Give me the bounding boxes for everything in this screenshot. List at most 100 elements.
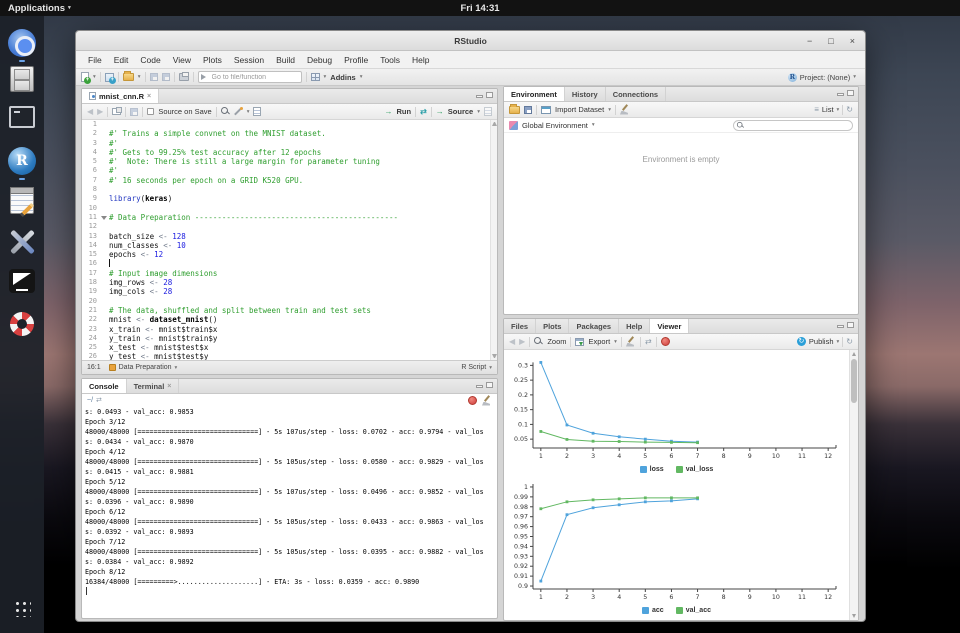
rerun-icon[interactable]: ⇄ <box>420 107 427 116</box>
back-icon[interactable]: ◀ <box>87 108 93 116</box>
stop-icon[interactable] <box>661 337 670 346</box>
terminal-icon[interactable] <box>9 106 35 128</box>
menu-session[interactable]: Session <box>228 51 270 69</box>
zoom-button[interactable]: Zoom <box>547 337 566 346</box>
minimize-icon[interactable]: − <box>807 36 812 46</box>
menu-build[interactable]: Build <box>270 51 301 69</box>
source-scrollbar[interactable] <box>490 120 497 360</box>
environment-search-input[interactable] <box>733 120 853 131</box>
tab-plots[interactable]: Plots <box>536 319 569 333</box>
tools-icon[interactable] <box>8 228 36 256</box>
scroll-down-icon[interactable] <box>852 614 856 618</box>
file-type-selector[interactable]: R Script ▾ <box>461 364 492 371</box>
goto-file-input[interactable] <box>198 71 302 83</box>
scrollbar-thumb[interactable] <box>851 359 857 403</box>
menu-tools[interactable]: Tools <box>374 51 406 69</box>
chevron-down-icon[interactable]: ▾ <box>608 107 611 113</box>
list-view-button[interactable]: List <box>822 105 834 114</box>
working-directory[interactable]: ~/ <box>87 397 93 404</box>
publish-button[interactable]: Publish <box>809 337 834 346</box>
forward-icon[interactable]: ▶ <box>519 338 525 346</box>
menu-help[interactable]: Help <box>406 51 435 69</box>
tab-console[interactable]: Console <box>82 379 127 393</box>
import-dataset-button[interactable]: Import Dataset <box>555 105 604 114</box>
section-selector[interactable]: Data Preparation ▾ <box>109 364 178 371</box>
save-all-icon[interactable] <box>162 73 170 81</box>
source-on-save-checkbox[interactable] <box>147 108 154 115</box>
text-editor-icon[interactable] <box>10 190 34 214</box>
tab-packages[interactable]: Packages <box>569 319 619 333</box>
interrupt-r-icon[interactable] <box>468 396 477 405</box>
to-source-icon[interactable]: ⇄ <box>96 397 102 405</box>
open-file-icon[interactable] <box>123 73 134 81</box>
rstudio-icon[interactable]: R <box>8 147 36 175</box>
minimize-pane-icon[interactable] <box>837 93 844 96</box>
chevron-down-icon[interactable]: ▾ <box>614 339 617 345</box>
compile-report-icon[interactable] <box>253 107 261 116</box>
environment-search[interactable] <box>733 120 853 131</box>
refresh-icon[interactable]: ↻ <box>846 106 853 114</box>
save-workspace-icon[interactable] <box>524 106 532 114</box>
tab-mnist-cnn[interactable]: mnist_cnn.R × <box>82 89 159 103</box>
close-tab-icon[interactable]: × <box>167 383 171 390</box>
applications-menu[interactable]: Applications ▾ <box>0 3 71 14</box>
addins-button[interactable]: Addins <box>330 73 355 82</box>
clock[interactable]: Fri 14:31 <box>460 3 499 14</box>
chevron-down-icon[interactable]: ▾ <box>837 339 840 345</box>
minimize-pane-icon[interactable] <box>476 95 483 98</box>
menu-view[interactable]: View <box>167 51 197 69</box>
maximize-pane-icon[interactable] <box>847 90 854 96</box>
tab-terminal[interactable]: Terminal× <box>127 379 180 393</box>
file-manager-icon[interactable] <box>10 66 34 92</box>
chromium-icon[interactable] <box>8 29 36 57</box>
tab-files[interactable]: Files <box>504 319 536 333</box>
chevron-down-icon[interactable]: ▾ <box>324 74 327 80</box>
clear-viewer-icon[interactable] <box>626 337 636 347</box>
show-applications-icon[interactable] <box>13 599 31 617</box>
back-icon[interactable]: ◀ <box>509 338 515 346</box>
window-titlebar[interactable]: RStudio − □ × <box>76 31 865 51</box>
menu-plots[interactable]: Plots <box>197 51 228 69</box>
source-button[interactable]: Source <box>448 107 473 116</box>
menu-edit[interactable]: Edit <box>108 51 135 69</box>
run-button[interactable]: Run <box>397 107 412 116</box>
tab-help[interactable]: Help <box>619 319 650 333</box>
forward-icon[interactable]: ▶ <box>97 108 103 116</box>
close-tab-icon[interactable]: × <box>147 93 151 100</box>
save-icon[interactable] <box>130 108 138 116</box>
menu-profile[interactable]: Profile <box>338 51 374 69</box>
new-file-icon[interactable] <box>81 72 89 82</box>
minimize-pane-icon[interactable] <box>476 385 483 388</box>
help-icon[interactable] <box>10 312 34 336</box>
fold-arrow-icon[interactable] <box>101 216 107 220</box>
panes-layout-icon[interactable] <box>311 73 320 81</box>
chevron-down-icon[interactable]: ▾ <box>592 122 595 128</box>
new-project-icon[interactable] <box>105 73 114 82</box>
source-options-icon[interactable] <box>484 107 492 116</box>
export-button[interactable]: Export <box>588 337 610 346</box>
code-tools-icon[interactable] <box>234 107 243 116</box>
goto-file-search[interactable] <box>198 71 302 83</box>
menu-code[interactable]: Code <box>134 51 166 69</box>
scroll-down-icon[interactable] <box>492 354 497 359</box>
tab-environment[interactable]: Environment <box>504 87 565 101</box>
code-editor[interactable]: 12#' Trains a simple convnet on the MNIS… <box>82 120 490 360</box>
tab-connections[interactable]: Connections <box>606 87 666 101</box>
maximize-pane-icon[interactable] <box>847 322 854 328</box>
console-output[interactable]: s: 0.0493 - val_acc: 0.9853Epoch 3/12480… <box>85 407 489 616</box>
viewer-scrollbar[interactable] <box>849 350 858 620</box>
maximize-pane-icon[interactable] <box>486 382 493 388</box>
scroll-up-icon[interactable] <box>492 121 497 126</box>
clear-console-icon[interactable] <box>482 396 492 406</box>
sync-icon[interactable]: ⇄ <box>645 338 652 346</box>
close-icon[interactable]: × <box>850 36 855 46</box>
chevron-down-icon[interactable]: ▾ <box>477 109 480 115</box>
remote-desktop-icon[interactable] <box>9 269 35 293</box>
minimize-pane-icon[interactable] <box>837 325 844 328</box>
print-icon[interactable] <box>179 73 189 81</box>
menu-file[interactable]: File <box>82 51 108 69</box>
refresh-icon[interactable]: ↻ <box>846 338 853 346</box>
menu-debug[interactable]: Debug <box>301 51 338 69</box>
tab-viewer[interactable]: Viewer <box>650 319 689 333</box>
tab-history[interactable]: History <box>565 87 606 101</box>
